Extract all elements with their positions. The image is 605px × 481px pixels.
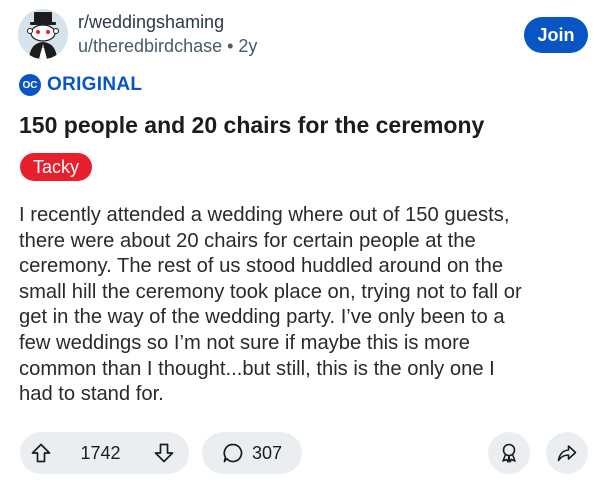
body-line: ceremony. The rest of us stood huddled a…	[19, 255, 504, 278]
body-line: there were about 20 chairs for certain p…	[19, 229, 476, 252]
author-line: u/theredbirdchase • 2y	[78, 35, 257, 57]
body-line: small hill the ceremony took place on, t…	[19, 280, 522, 303]
comment-count: 307	[251, 442, 283, 463]
snoo-groom-icon	[18, 9, 68, 59]
join-button[interactable]: Join	[524, 17, 588, 53]
post-title[interactable]: 150 people and 20 chairs for the ceremon…	[19, 109, 484, 141]
post-meta: r/weddingshaming u/theredbirdchase • 2y	[78, 11, 257, 57]
body-line: had to stand for.	[19, 383, 164, 406]
comments-button[interactable]: 307	[202, 432, 302, 474]
post-body: I recently attended a wedding where out …	[19, 203, 589, 408]
vote-control: 1742	[20, 432, 189, 474]
body-line: I recently attended a wedding where out …	[19, 204, 510, 226]
body-line: get in the way of the wedding party. I’v…	[19, 306, 505, 329]
post-flair[interactable]: Tacky	[20, 153, 93, 181]
comment-bubble-icon	[223, 443, 243, 463]
original-label: ORIGINAL	[47, 74, 143, 95]
oc-badge-icon: OC	[19, 74, 41, 96]
upvote-button[interactable]	[20, 432, 62, 474]
downvote-arrow-icon	[154, 443, 174, 463]
award-button[interactable]	[488, 432, 530, 474]
original-content-label: OC ORIGINAL	[19, 74, 142, 96]
subreddit-name[interactable]: r/weddingshaming	[78, 11, 257, 33]
username[interactable]: u/theredbirdchase	[78, 36, 222, 56]
upvote-count: 1742	[80, 442, 121, 463]
upvote-arrow-icon	[31, 443, 51, 463]
downvote-button[interactable]	[143, 432, 185, 474]
action-bar: 1742 307	[20, 432, 588, 474]
share-arrow-icon	[557, 445, 577, 462]
post-header: r/weddingshaming u/theredbirdchase • 2y Jo…	[18, 6, 588, 62]
body-line: few weddings so I’m not sure if maybe th…	[19, 331, 471, 354]
meta-separator: •	[227, 36, 234, 56]
body-line: common than I thought...but still, this …	[19, 357, 495, 380]
award-medal-icon	[502, 443, 516, 463]
post-age: 2y	[238, 36, 258, 56]
subreddit-avatar[interactable]	[18, 9, 68, 59]
share-button[interactable]	[546, 432, 588, 474]
